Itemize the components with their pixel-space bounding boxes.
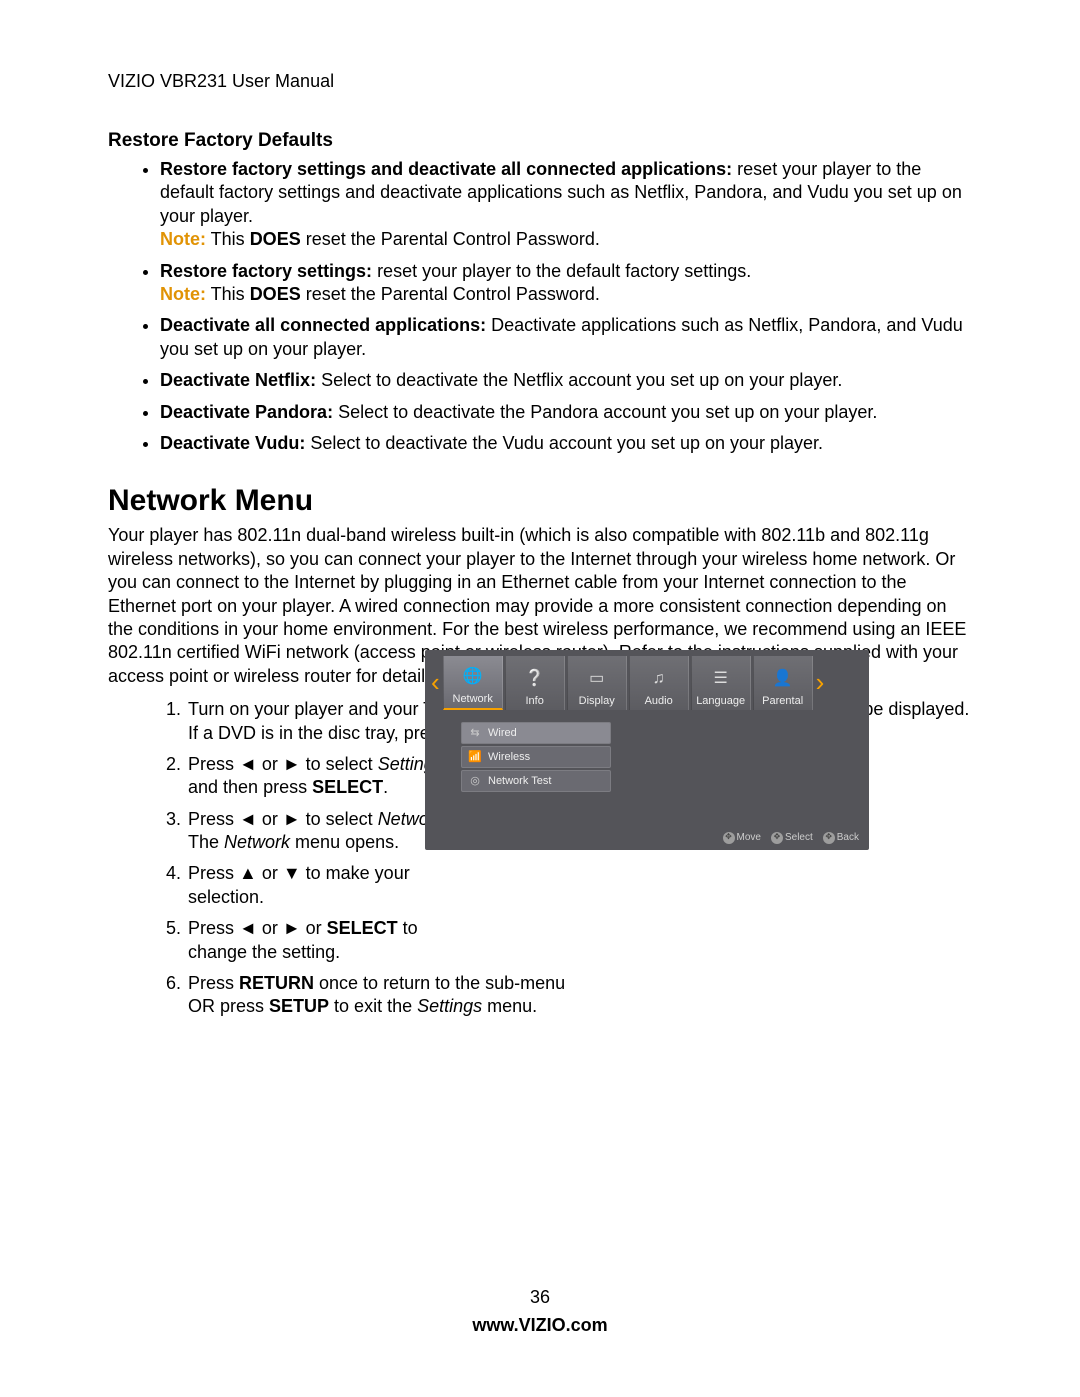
tab-language: ☰ Language [691, 656, 751, 710]
tab-label: Parental [762, 694, 803, 708]
note-does: DOES [250, 229, 301, 249]
step-text: . [383, 777, 388, 797]
emph-bold: RETURN [239, 973, 314, 993]
hint-label: Back [837, 831, 859, 844]
item-bold: Deactivate Pandora: [160, 402, 333, 422]
subrow-label: Wireless [488, 750, 530, 764]
arrow-right-icon: › [814, 666, 827, 700]
subrow-label: Network Test [488, 774, 551, 788]
item-text: Select to deactivate the Vudu account yo… [305, 433, 823, 453]
list-item: Press ▲ or ▼ to make your selection. [186, 862, 468, 909]
list-item: Deactivate Vudu: Select to deactivate th… [160, 432, 972, 455]
item-text: Select to deactivate the Pandora account… [333, 402, 877, 422]
note-label: Note: [160, 284, 206, 304]
note-text-b: reset the Parental Control Password. [301, 284, 600, 304]
section-title-network: Network Menu [108, 481, 972, 520]
item-bold: Deactivate Netflix: [160, 370, 316, 390]
language-icon: ☰ [709, 668, 733, 692]
tab-info: ❔ Info [505, 656, 565, 710]
list-item: Press ◄ or ► or SELECT to change the set… [186, 917, 468, 964]
subrow-wired: ⇆ Wired [461, 722, 611, 744]
step-text: Press ◄ or ► to select [188, 754, 378, 774]
item-text: reset your player to the default factory… [372, 261, 751, 281]
list-item: Press RETURN once to return to the sub-m… [186, 972, 588, 1019]
step-text: Press [188, 973, 239, 993]
footer-hints: ✥Move ✥Select ✥Back [723, 831, 859, 844]
subrow-wireless: 📶 Wireless [461, 746, 611, 768]
list-item: Deactivate Pandora: Select to deactivate… [160, 401, 972, 424]
footer-url: www.VIZIO.com [0, 1314, 1080, 1337]
tab-label: Audio [645, 694, 673, 708]
tab-display: ▭ Display [567, 656, 627, 710]
wifi-icon: 📶 [466, 750, 484, 764]
hint-back: ✥Back [823, 831, 859, 844]
globe-icon: 🌐 [461, 666, 485, 690]
step-text: Press ▲ or ▼ to make your selection. [188, 863, 410, 906]
note-text-a: This [206, 284, 250, 304]
subrow-label: Wired [488, 726, 517, 740]
dpad-icon: ✥ [823, 832, 835, 844]
restore-bullets: Restore factory settings and deactivate … [108, 158, 972, 455]
item-bold: Restore factory settings and deactivate … [160, 159, 732, 179]
test-icon: ◎ [466, 774, 484, 788]
subrow-network-test: ◎ Network Test [461, 770, 611, 792]
dpad-icon: ✥ [723, 832, 735, 844]
hint-select: ✥Select [771, 831, 813, 844]
music-icon: ♫ [647, 668, 671, 692]
display-icon: ▭ [585, 668, 609, 692]
list-item: Deactivate all connected applications: D… [160, 314, 972, 361]
step-text: to exit the [329, 996, 417, 1016]
dpad-icon: ✥ [771, 832, 783, 844]
emph-bold: SETUP [269, 996, 329, 1016]
tab-audio: ♫ Audio [629, 656, 689, 710]
wired-icon: ⇆ [466, 726, 484, 740]
note-label: Note: [160, 229, 206, 249]
item-bold: Restore factory settings: [160, 261, 372, 281]
tab-label: Display [579, 694, 615, 708]
emph: Network [224, 832, 290, 852]
item-text: Select to deactivate the Netflix account… [316, 370, 842, 390]
hint-label: Select [785, 831, 813, 844]
step-text: Press ◄ or ► to select [188, 809, 378, 829]
person-icon: 👤 [771, 668, 795, 692]
arrow-left-icon: ‹ [429, 666, 442, 700]
tab-network: 🌐 Network [443, 656, 503, 710]
emph: Settings [417, 996, 482, 1016]
page-footer: 36 www.VIZIO.com [0, 1286, 1080, 1337]
step-text: menu. [482, 996, 537, 1016]
step-text: Press ◄ or ► or [188, 918, 327, 938]
list-item: Deactivate Netflix: Select to deactivate… [160, 369, 972, 392]
step-text: and then press [188, 777, 312, 797]
section-title-restore: Restore Factory Defaults [108, 129, 972, 154]
hint-move: ✥Move [723, 831, 761, 844]
tab-label: Language [696, 694, 745, 708]
emph-bold: SELECT [327, 918, 398, 938]
settings-tabs: ‹ 🌐 Network ❔ Info ▭ Display ♫ Audio ☰ L… [425, 650, 869, 716]
tab-label: Network [453, 692, 493, 706]
page-number: 36 [0, 1286, 1080, 1309]
document-header: VIZIO VBR231 User Manual [108, 70, 972, 93]
note-text-b: reset the Parental Control Password. [301, 229, 600, 249]
settings-menu-figure: ‹ 🌐 Network ❔ Info ▭ Display ♫ Audio ☰ L… [425, 650, 869, 850]
tab-parental: 👤 Parental [753, 656, 813, 710]
note-does: DOES [250, 284, 301, 304]
question-icon: ❔ [523, 668, 547, 692]
item-bold: Deactivate all connected applications: [160, 315, 486, 335]
emph-bold: SELECT [312, 777, 383, 797]
step-text: menu opens. [290, 832, 399, 852]
list-item: Restore factory settings: reset your pla… [160, 260, 972, 307]
hint-label: Move [737, 831, 761, 844]
network-submenu: ⇆ Wired 📶 Wireless ◎ Network Test [461, 722, 611, 792]
tab-label: Info [525, 694, 543, 708]
note-text-a: This [206, 229, 250, 249]
list-item: Restore factory settings and deactivate … [160, 158, 972, 252]
item-bold: Deactivate Vudu: [160, 433, 305, 453]
